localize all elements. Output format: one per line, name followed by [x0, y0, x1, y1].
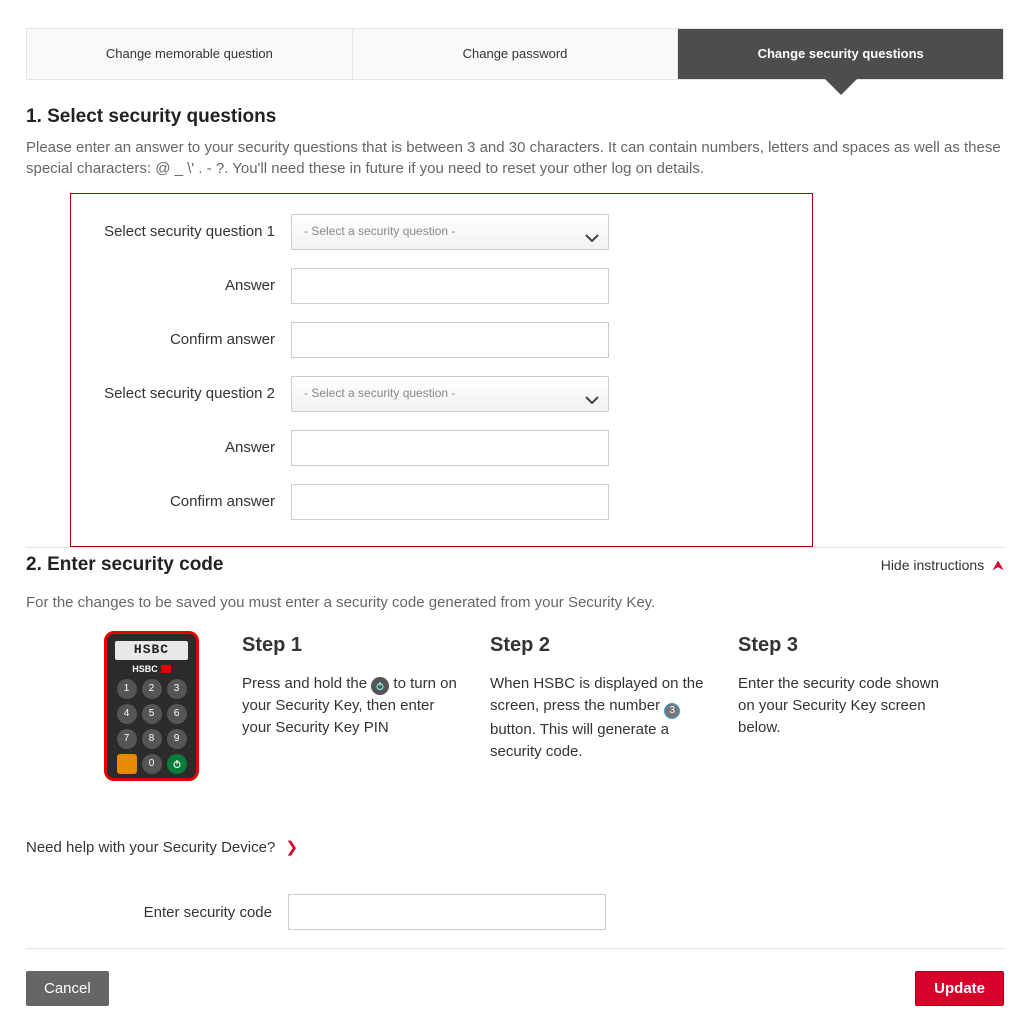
section2-title: 2. Enter security code [26, 552, 223, 579]
step2-body: When HSBC is displayed on the screen, pr… [490, 673, 710, 763]
device-key-4: 4 [117, 704, 137, 724]
tab-change-security-questions[interactable]: Change security questions [678, 29, 1003, 79]
select-security-question-1[interactable]: - Select a security question - [291, 214, 609, 250]
device-key-2: 2 [142, 679, 162, 699]
security-code-input[interactable] [288, 894, 606, 930]
step3-body: Enter the security code shown on your Se… [738, 673, 958, 738]
security-key-device: HSBC HSBC 1 2 3 4 5 6 7 8 9 0 [104, 631, 199, 781]
footer-actions: Cancel Update [26, 948, 1004, 1006]
section1-title: 1. Select security questions [26, 104, 1004, 131]
chevron-right-icon: ❯ [285, 839, 298, 856]
hide-instructions-link[interactable]: Hide instructions ⮝ [881, 556, 1004, 576]
device-key-1: 1 [117, 679, 137, 699]
label-confirm-2: Confirm answer [91, 491, 291, 512]
answer-2-input[interactable] [291, 430, 609, 466]
device-key-9: 9 [167, 729, 187, 749]
label-answer-2: Answer [91, 437, 291, 458]
device-screen: HSBC [115, 641, 188, 659]
hsbc-hexagon-icon [161, 665, 171, 673]
select-q2-display[interactable]: - Select a security question - [291, 376, 609, 412]
device-brand: HSBC [132, 663, 158, 676]
device-key-5: 5 [142, 704, 162, 724]
tab-change-password[interactable]: Change password [353, 29, 679, 79]
number-3-icon: 3 [664, 703, 680, 719]
update-button[interactable]: Update [915, 971, 1004, 1006]
help-security-device-link[interactable]: Need help with your Security Device? ❯ [26, 837, 1004, 858]
answer-1-input[interactable] [291, 268, 609, 304]
section2-intro: For the changes to be saved you must ent… [26, 592, 1004, 613]
device-key-3: 3 [167, 679, 187, 699]
step2-title: Step 2 [490, 631, 710, 659]
step-1: Step 1 Press and hold the to turn on you… [242, 631, 462, 781]
device-key-6: 6 [167, 704, 187, 724]
label-select-q2: Select security question 2 [91, 383, 291, 404]
section1-intro: Please enter an answer to your security … [26, 137, 1004, 179]
chevron-down-icon [585, 228, 599, 248]
confirm-answer-1-input[interactable] [291, 322, 609, 358]
label-confirm-1: Confirm answer [91, 329, 291, 350]
device-key-orange [117, 754, 137, 774]
chevron-up-icon: ⮝ [992, 557, 1004, 573]
power-icon [371, 677, 389, 695]
step3-title: Step 3 [738, 631, 958, 659]
select-security-question-2[interactable]: - Select a security question - [291, 376, 609, 412]
steps-area: HSBC HSBC 1 2 3 4 5 6 7 8 9 0 [104, 631, 1004, 781]
device-key-power [167, 754, 187, 774]
device-key-7: 7 [117, 729, 137, 749]
label-security-code: Enter security code [26, 902, 288, 923]
device-key-0: 0 [142, 754, 162, 774]
step-3: Step 3 Enter the security code shown on … [738, 631, 958, 781]
step-2: Step 2 When HSBC is displayed on the scr… [490, 631, 710, 781]
label-select-q1: Select security question 1 [91, 221, 291, 242]
tab-memorable-question[interactable]: Change memorable question [27, 29, 353, 79]
cancel-button[interactable]: Cancel [26, 971, 109, 1006]
device-keypad: 1 2 3 4 5 6 7 8 9 0 [117, 679, 187, 774]
confirm-answer-2-input[interactable] [291, 484, 609, 520]
select-q1-display[interactable]: - Select a security question - [291, 214, 609, 250]
tabs: Change memorable question Change passwor… [26, 28, 1004, 80]
help-link-text: Need help with your Security Device? [26, 839, 275, 856]
label-answer-1: Answer [91, 275, 291, 296]
hide-instructions-text: Hide instructions [881, 557, 985, 573]
chevron-down-icon [585, 390, 599, 410]
step1-title: Step 1 [242, 631, 462, 659]
step1-body: Press and hold the to turn on your Secur… [242, 673, 462, 739]
security-questions-form: Select security question 1 - Select a se… [70, 193, 813, 547]
device-key-8: 8 [142, 729, 162, 749]
